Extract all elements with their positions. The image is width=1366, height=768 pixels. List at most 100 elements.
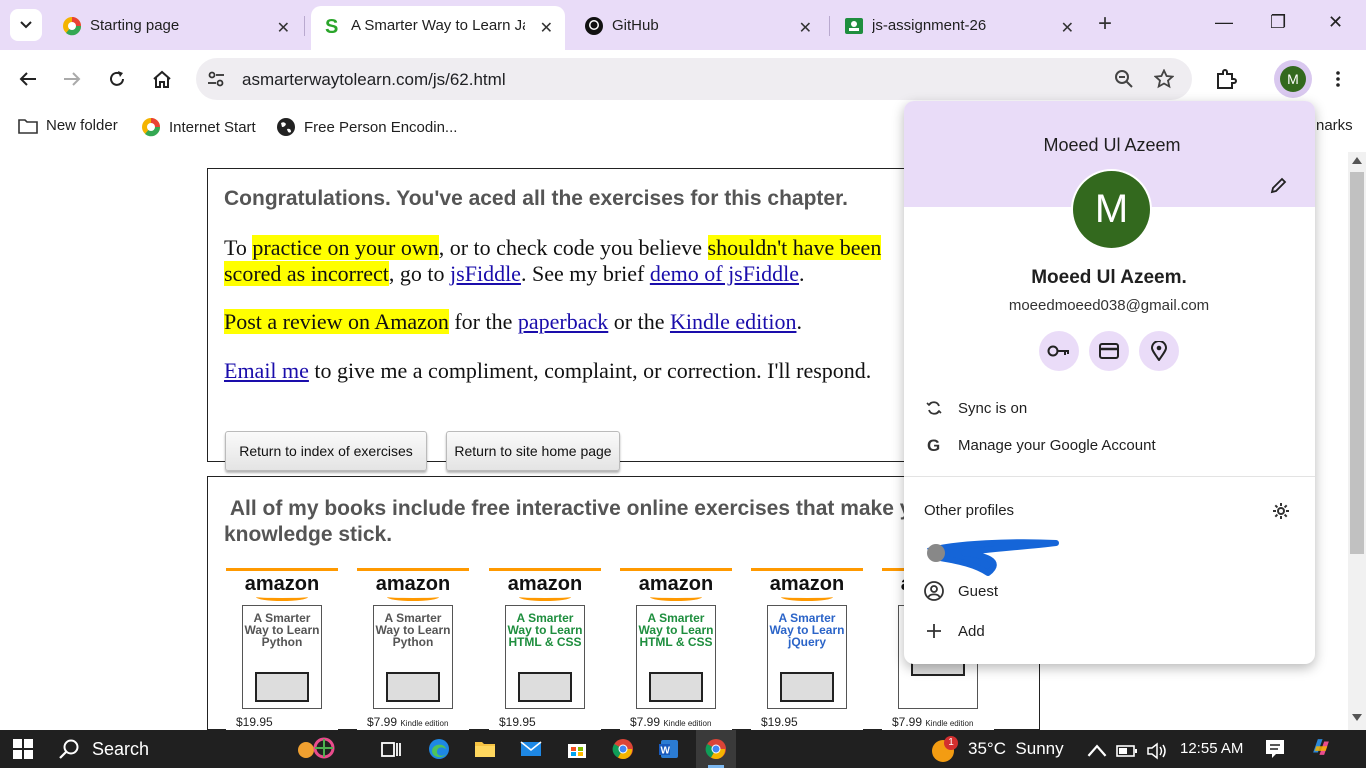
zoom-icon[interactable] xyxy=(1114,69,1134,89)
search-label: Search xyxy=(92,738,150,759)
taskbar-search-box[interactable]: Search xyxy=(58,736,338,762)
bookmark-label: New folder xyxy=(46,117,118,134)
price: $19.95 xyxy=(236,715,273,729)
profile-button[interactable]: M xyxy=(1274,60,1312,98)
text: To xyxy=(224,235,253,260)
tab-github[interactable]: GitHub ✕ xyxy=(572,6,824,46)
site-info-icon[interactable] xyxy=(206,69,226,89)
book-jquery-paperback[interactable]: amazon A Smarter Way to Learn jQuery $19… xyxy=(751,568,863,730)
amazon-smile-icon xyxy=(781,593,833,601)
text: or the xyxy=(608,309,670,334)
bookmark-new-folder[interactable]: New folder xyxy=(18,117,118,134)
weather-badge: 1 xyxy=(944,736,958,750)
notification-icon[interactable] xyxy=(1264,738,1286,760)
window-close-button[interactable]: ✕ xyxy=(1328,12,1343,33)
volume-icon[interactable] xyxy=(1146,740,1168,762)
book-python-paperback[interactable]: amazon A Smarter Way to Learn Python $19… xyxy=(226,568,338,730)
edit-pencil-icon[interactable] xyxy=(1270,176,1288,194)
page-scrollbar[interactable] xyxy=(1348,152,1366,730)
addresses-button[interactable] xyxy=(1139,331,1179,371)
reload-icon xyxy=(110,71,124,86)
tab-smarter-way[interactable]: S A Smarter Way to Learn Ja ✕ xyxy=(311,6,565,50)
battery-icon[interactable] xyxy=(1116,740,1138,762)
menu-button[interactable] xyxy=(1326,67,1350,91)
redacted-profile-scribble[interactable] xyxy=(924,535,1064,577)
divider xyxy=(904,476,1315,477)
bookmark-star-icon[interactable] xyxy=(1154,69,1174,89)
scrollbar-thumb[interactable] xyxy=(1350,172,1364,554)
bookmark-free-person[interactable]: Free Person Encodin... xyxy=(276,117,457,137)
payment-methods-button[interactable] xyxy=(1089,331,1129,371)
scroll-down-icon[interactable] xyxy=(1352,714,1362,722)
task-view-icon[interactable] xyxy=(380,738,402,760)
sync-icon xyxy=(924,398,944,418)
kindle-edition-link[interactable]: Kindle edition xyxy=(670,309,796,334)
gear-icon[interactable] xyxy=(1272,502,1290,520)
edge-icon[interactable] xyxy=(428,738,450,760)
demo-jsfiddle-link[interactable]: demo of jsFiddle xyxy=(650,261,799,286)
text: for the xyxy=(448,309,518,334)
scroll-up-icon[interactable] xyxy=(1352,156,1362,164)
tab-search-button[interactable] xyxy=(10,9,42,41)
edge-start-icon xyxy=(142,118,161,137)
book-title: A Smarter Way to Learn HTML & CSS xyxy=(507,611,583,649)
books-heading-line1: All of my books include free interactive… xyxy=(224,497,945,521)
jsfiddle-link[interactable]: jsFiddle xyxy=(450,261,521,286)
extensions-button[interactable] xyxy=(1214,67,1238,91)
chrome-icon[interactable] xyxy=(612,738,634,760)
word-icon[interactable]: W xyxy=(658,738,680,760)
reload-button[interactable] xyxy=(105,67,129,91)
amazon-smile-icon xyxy=(256,593,308,601)
minimize-button[interactable]: — xyxy=(1215,12,1233,33)
close-tab-icon[interactable]: ✕ xyxy=(540,18,553,38)
chevron-up-icon[interactable] xyxy=(1086,740,1108,762)
weather-text[interactable]: 35°C Sunny xyxy=(968,739,1064,759)
email-me-link[interactable]: Email me xyxy=(224,358,309,383)
search-highlight-icon xyxy=(298,737,335,759)
tab-js-assignment[interactable]: js-assignment-26 ✕ xyxy=(832,6,1086,46)
passwords-button[interactable] xyxy=(1039,331,1079,371)
file-explorer-icon[interactable] xyxy=(474,738,496,760)
sync-status-item[interactable]: Sync is on xyxy=(924,398,1027,418)
home-icon xyxy=(153,70,171,88)
close-tab-icon[interactable]: ✕ xyxy=(799,18,812,38)
book-html-css-paperback[interactable]: amazon A Smarter Way to Learn HTML & CSS… xyxy=(489,568,601,730)
microsoft-store-icon[interactable] xyxy=(566,738,588,760)
paperback-link[interactable]: paperback xyxy=(518,309,608,334)
home-button[interactable] xyxy=(150,67,174,91)
book-python-kindle[interactable]: amazon A Smarter Way to Learn Python $7.… xyxy=(357,568,469,730)
laptop-icon xyxy=(386,672,440,702)
weather-widget-icon[interactable]: 1 xyxy=(930,736,958,762)
manage-google-account-item[interactable]: G Manage your Google Account xyxy=(924,435,1156,455)
add-profile-item[interactable]: Add xyxy=(924,621,985,641)
tab-title: Starting page xyxy=(90,17,180,34)
book-title: A Smarter Way to Learn Python xyxy=(375,611,451,649)
back-button[interactable] xyxy=(16,67,40,91)
chrome-icon xyxy=(705,739,726,760)
key-icon xyxy=(1047,345,1069,357)
mail-icon[interactable] xyxy=(520,738,542,760)
price: $19.95 xyxy=(499,715,536,729)
windows-start-icon[interactable] xyxy=(12,738,34,760)
return-home-button[interactable]: Return to site home page xyxy=(446,431,620,471)
book-html-css-kindle[interactable]: amazon A Smarter Way to Learn HTML & CSS… xyxy=(620,568,732,730)
forward-button[interactable] xyxy=(60,67,84,91)
close-tab-icon[interactable]: ✕ xyxy=(1061,18,1074,38)
guest-profile-item[interactable]: Guest xyxy=(924,581,998,601)
address-bar[interactable]: asmarterwaytolearn.com/js/62.html xyxy=(196,58,1192,100)
svg-text:G: G xyxy=(927,436,940,454)
book-cover: A Smarter Way to Learn jQuery xyxy=(767,605,847,709)
bookmark-all-bookmarks[interactable]: narks xyxy=(1316,117,1353,134)
copilot-icon[interactable] xyxy=(1310,736,1332,758)
chrome-active-task[interactable] xyxy=(696,730,736,768)
price: $7.99 xyxy=(630,715,661,729)
book-cover: A Smarter Way to Learn HTML & CSS xyxy=(636,605,716,709)
close-tab-icon[interactable]: ✕ xyxy=(277,18,290,38)
restore-button[interactable]: ❐ xyxy=(1270,12,1286,33)
return-index-button[interactable]: Return to index of exercises xyxy=(225,431,427,471)
tab-starting-page[interactable]: Starting page ✕ xyxy=(50,6,302,46)
bookmark-internet-start[interactable]: Internet Start xyxy=(141,117,256,137)
clock-time[interactable]: 12:55 AM xyxy=(1180,740,1243,757)
new-tab-button[interactable]: + xyxy=(1098,12,1112,36)
laptop-icon xyxy=(649,672,703,702)
